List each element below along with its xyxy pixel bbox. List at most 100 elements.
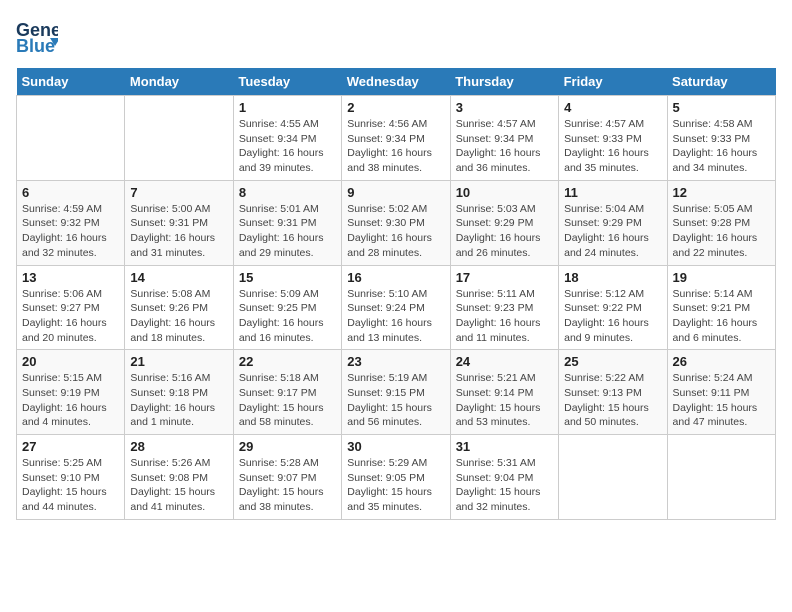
- day-number: 18: [564, 270, 661, 285]
- calendar-cell: 28 Sunrise: 5:26 AM Sunset: 9:08 PM Dayli…: [125, 435, 233, 520]
- calendar-cell: 14 Sunrise: 5:08 AM Sunset: 9:26 PM Dayli…: [125, 265, 233, 350]
- calendar-week-2: 6Sunrise: 4:59 AM Sunset: 9:32 PM Daylig…: [17, 180, 776, 265]
- day-info: Sunrise: 5:09 AM Sunset: 9:25 PM Dayligh…: [239, 287, 336, 346]
- day-number: 23: [347, 354, 444, 369]
- day-info: Sunrise: 5:19 AM Sunset: 9:15 PM Dayligh…: [347, 371, 444, 430]
- day-number: 15: [239, 270, 336, 285]
- day-number: 4: [564, 100, 661, 115]
- calendar-cell: 22 Sunrise: 5:18 AM Sunset: 9:17 PM Dayli…: [233, 350, 341, 435]
- day-info: Sunrise: 5:15 AM Sunset: 9:19 PM Dayligh…: [22, 371, 119, 430]
- day-header-saturday: Saturday: [667, 68, 775, 96]
- day-number: 10: [456, 185, 553, 200]
- svg-text:Blue: Blue: [16, 36, 55, 56]
- day-number: 5: [673, 100, 770, 115]
- day-info: Sunrise: 4:57 AM Sunset: 9:34 PM Dayligh…: [456, 117, 553, 176]
- calendar-table: SundayMondayTuesdayWednesdayThursdayFrid…: [16, 68, 776, 520]
- day-number: 27: [22, 439, 119, 454]
- calendar-cell: 8 Sunrise: 5:01 AM Sunset: 9:31 PM Daylig…: [233, 180, 341, 265]
- logo: General Blue: [16, 16, 58, 58]
- day-info: Sunrise: 5:29 AM Sunset: 9:05 PM Dayligh…: [347, 456, 444, 515]
- day-number: 19: [673, 270, 770, 285]
- calendar-cell: 7 Sunrise: 5:00 AM Sunset: 9:31 PM Daylig…: [125, 180, 233, 265]
- day-header-monday: Monday: [125, 68, 233, 96]
- calendar-cell: 16 Sunrise: 5:10 AM Sunset: 9:24 PM Dayli…: [342, 265, 450, 350]
- calendar-cell: 21 Sunrise: 5:16 AM Sunset: 9:18 PM Dayli…: [125, 350, 233, 435]
- day-number: 11: [564, 185, 661, 200]
- calendar-cell: 25Sunrise: 5:22 AM Sunset: 9:13 PM Dayli…: [559, 350, 667, 435]
- day-info: Sunrise: 5:18 AM Sunset: 9:17 PM Dayligh…: [239, 371, 336, 430]
- calendar-cell: 31Sunrise: 5:31 AM Sunset: 9:04 PM Dayli…: [450, 435, 558, 520]
- day-number: 17: [456, 270, 553, 285]
- day-number: 21: [130, 354, 227, 369]
- day-info: Sunrise: 5:11 AM Sunset: 9:23 PM Dayligh…: [456, 287, 553, 346]
- day-number: 8: [239, 185, 336, 200]
- day-info: Sunrise: 5:26 AM Sunset: 9:08 PM Dayligh…: [130, 456, 227, 515]
- day-number: 2: [347, 100, 444, 115]
- calendar-cell: [559, 435, 667, 520]
- day-info: Sunrise: 5:00 AM Sunset: 9:31 PM Dayligh…: [130, 202, 227, 261]
- day-number: 22: [239, 354, 336, 369]
- calendar-cell: [17, 96, 125, 181]
- day-info: Sunrise: 4:58 AM Sunset: 9:33 PM Dayligh…: [673, 117, 770, 176]
- day-info: Sunrise: 5:05 AM Sunset: 9:28 PM Dayligh…: [673, 202, 770, 261]
- day-number: 20: [22, 354, 119, 369]
- day-header-friday: Friday: [559, 68, 667, 96]
- day-info: Sunrise: 5:25 AM Sunset: 9:10 PM Dayligh…: [22, 456, 119, 515]
- logo-icon: General Blue: [16, 16, 58, 58]
- day-number: 30: [347, 439, 444, 454]
- calendar-cell: 9 Sunrise: 5:02 AM Sunset: 9:30 PM Daylig…: [342, 180, 450, 265]
- calendar-cell: 13 Sunrise: 5:06 AM Sunset: 9:27 PM Dayli…: [17, 265, 125, 350]
- calendar-cell: 19 Sunrise: 5:14 AM Sunset: 9:21 PM Dayli…: [667, 265, 775, 350]
- calendar-week-1: 1 Sunrise: 4:55 AM Sunset: 9:34 PM Daylig…: [17, 96, 776, 181]
- day-number: 12: [673, 185, 770, 200]
- day-info: Sunrise: 5:02 AM Sunset: 9:30 PM Dayligh…: [347, 202, 444, 261]
- day-number: 1: [239, 100, 336, 115]
- day-header-sunday: Sunday: [17, 68, 125, 96]
- day-info: Sunrise: 5:03 AM Sunset: 9:29 PM Dayligh…: [456, 202, 553, 261]
- calendar-cell: 20 Sunrise: 5:15 AM Sunset: 9:19 PM Dayli…: [17, 350, 125, 435]
- day-number: 14: [130, 270, 227, 285]
- calendar-body: 1 Sunrise: 4:55 AM Sunset: 9:34 PM Daylig…: [17, 96, 776, 520]
- day-info: Sunrise: 5:16 AM Sunset: 9:18 PM Dayligh…: [130, 371, 227, 430]
- day-number: 31: [456, 439, 553, 454]
- calendar-cell: 1 Sunrise: 4:55 AM Sunset: 9:34 PM Daylig…: [233, 96, 341, 181]
- day-header-wednesday: Wednesday: [342, 68, 450, 96]
- day-info: Sunrise: 5:06 AM Sunset: 9:27 PM Dayligh…: [22, 287, 119, 346]
- day-info: Sunrise: 5:10 AM Sunset: 9:24 PM Dayligh…: [347, 287, 444, 346]
- calendar-cell: 29Sunrise: 5:28 AM Sunset: 9:07 PM Dayli…: [233, 435, 341, 520]
- calendar-cell: 5 Sunrise: 4:58 AM Sunset: 9:33 PM Daylig…: [667, 96, 775, 181]
- calendar-cell: 10 Sunrise: 5:03 AM Sunset: 9:29 PM Dayli…: [450, 180, 558, 265]
- day-info: Sunrise: 5:08 AM Sunset: 9:26 PM Dayligh…: [130, 287, 227, 346]
- calendar-cell: [125, 96, 233, 181]
- calendar-cell: [667, 435, 775, 520]
- day-info: Sunrise: 5:21 AM Sunset: 9:14 PM Dayligh…: [456, 371, 553, 430]
- calendar-cell: 17 Sunrise: 5:11 AM Sunset: 9:23 PM Dayli…: [450, 265, 558, 350]
- day-info: Sunrise: 4:56 AM Sunset: 9:34 PM Dayligh…: [347, 117, 444, 176]
- day-number: 26: [673, 354, 770, 369]
- calendar-cell: 24Sunrise: 5:21 AM Sunset: 9:14 PM Dayli…: [450, 350, 558, 435]
- day-info: Sunrise: 5:28 AM Sunset: 9:07 PM Dayligh…: [239, 456, 336, 515]
- calendar-cell: 26 Sunrise: 5:24 AM Sunset: 9:11 PM Dayli…: [667, 350, 775, 435]
- calendar-cell: 15 Sunrise: 5:09 AM Sunset: 9:25 PM Dayli…: [233, 265, 341, 350]
- calendar-header-row: SundayMondayTuesdayWednesdayThursdayFrid…: [17, 68, 776, 96]
- day-number: 6: [22, 185, 119, 200]
- calendar-week-5: 27 Sunrise: 5:25 AM Sunset: 9:10 PM Dayli…: [17, 435, 776, 520]
- calendar-cell: 23 Sunrise: 5:19 AM Sunset: 9:15 PM Dayli…: [342, 350, 450, 435]
- page-header: General Blue: [16, 16, 776, 58]
- day-number: 13: [22, 270, 119, 285]
- day-number: 25: [564, 354, 661, 369]
- day-info: Sunrise: 5:14 AM Sunset: 9:21 PM Dayligh…: [673, 287, 770, 346]
- calendar-cell: 27 Sunrise: 5:25 AM Sunset: 9:10 PM Dayli…: [17, 435, 125, 520]
- day-info: Sunrise: 4:55 AM Sunset: 9:34 PM Dayligh…: [239, 117, 336, 176]
- calendar-cell: 2 Sunrise: 4:56 AM Sunset: 9:34 PM Daylig…: [342, 96, 450, 181]
- day-number: 28: [130, 439, 227, 454]
- day-info: Sunrise: 4:57 AM Sunset: 9:33 PM Dayligh…: [564, 117, 661, 176]
- day-number: 16: [347, 270, 444, 285]
- day-info: Sunrise: 5:01 AM Sunset: 9:31 PM Dayligh…: [239, 202, 336, 261]
- day-number: 9: [347, 185, 444, 200]
- calendar-cell: 3Sunrise: 4:57 AM Sunset: 9:34 PM Daylig…: [450, 96, 558, 181]
- day-info: Sunrise: 5:04 AM Sunset: 9:29 PM Dayligh…: [564, 202, 661, 261]
- day-header-thursday: Thursday: [450, 68, 558, 96]
- day-number: 7: [130, 185, 227, 200]
- day-info: Sunrise: 5:24 AM Sunset: 9:11 PM Dayligh…: [673, 371, 770, 430]
